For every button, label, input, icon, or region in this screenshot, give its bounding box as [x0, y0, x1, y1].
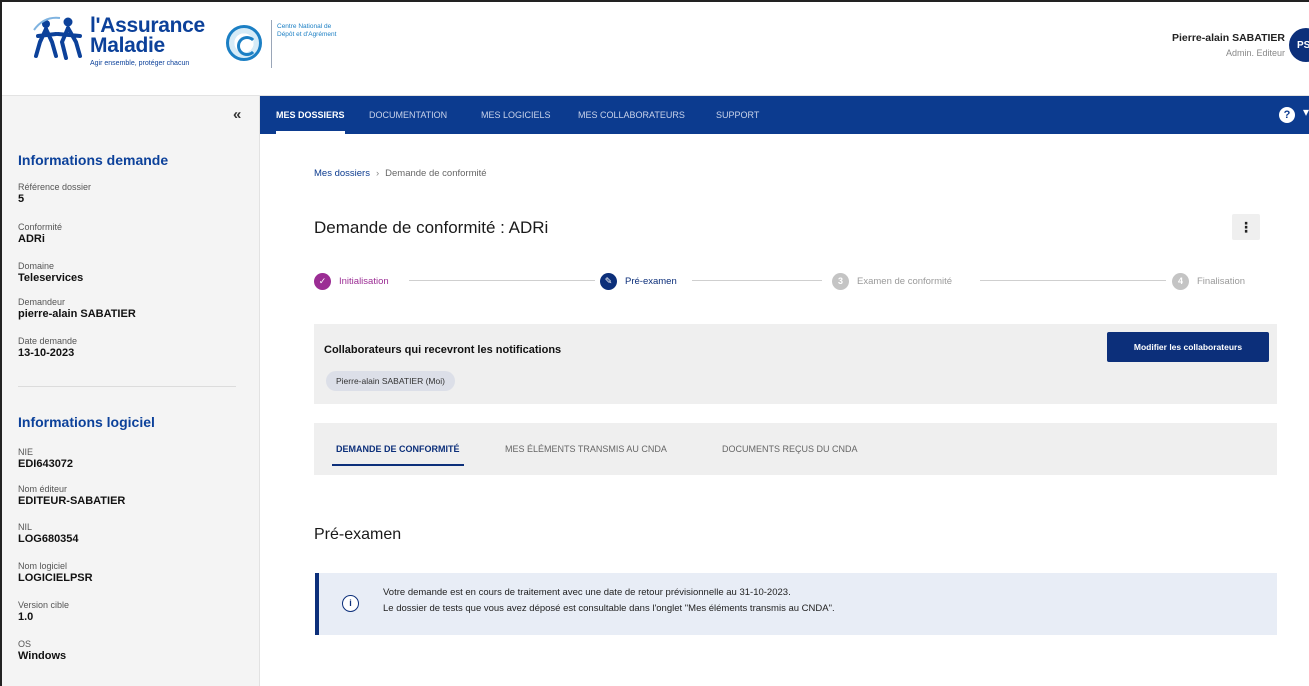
app-header: l'Assurance Maladie Agir ensemble, proté…	[0, 0, 1309, 96]
cnda-logo: Centre National de Dépôt et d'Agrément	[226, 20, 336, 70]
cnda-name: Centre National de Dépôt et d'Agrément	[277, 23, 337, 38]
step-label: Initialisation	[339, 275, 389, 287]
step-initialisation: ✓ Initialisation	[314, 272, 389, 290]
avatar[interactable]: PS	[1289, 28, 1309, 62]
section-title: Pré-examen	[314, 526, 402, 543]
people-emblem-icon	[33, 16, 82, 60]
field-label: Référence dossier	[18, 182, 92, 192]
field-label: Version cible	[18, 600, 70, 610]
field-conformite: Conformité ADRi	[18, 221, 62, 246]
edit-collaborators-button[interactable]: Modifier les collaborateurs	[1107, 332, 1269, 362]
sidebar: « Informations demande Référence dossier…	[0, 96, 260, 686]
user-role: Admin. Editeur	[1225, 48, 1285, 58]
tab-support[interactable]: Support	[716, 96, 759, 134]
cnda-emblem-icon	[226, 25, 262, 61]
field-label: NIE	[18, 447, 34, 457]
field-value: 1.0	[18, 611, 34, 623]
collaborators-panel: Collaborateurs qui recevront les notific…	[314, 324, 1277, 404]
more-options-icon[interactable]: ⋮	[1232, 214, 1260, 240]
field-label: Nom éditeur	[18, 484, 68, 494]
field-os: OS Windows	[18, 638, 66, 663]
field-label: NIL	[18, 522, 33, 532]
page-title: Demande de conformité : ADRi	[314, 218, 549, 237]
assurance-maladie-logo[interactable]: l'Assurance Maladie Agir ensemble, proté…	[32, 12, 222, 84]
check-icon: ✓	[314, 272, 331, 290]
pencil-icon: ✎	[600, 272, 617, 290]
brand-tagline: Agir ensemble, protéger chacun	[90, 60, 190, 67]
step-number-4: 4	[1172, 272, 1189, 290]
breadcrumb-mes-dossiers[interactable]: Mes dossiers	[314, 168, 370, 179]
brand-line-2: Maladie	[90, 34, 165, 57]
breadcrumb: Mes dossiers › Demande de conformité	[314, 168, 487, 179]
field-nom-logiciel: Nom logiciel LOGICIELPSR	[18, 560, 93, 585]
step-label: Pré-examen	[625, 275, 677, 287]
step-connector	[980, 280, 1166, 281]
step-number-3: 3	[832, 272, 849, 290]
info-icon: i	[342, 595, 359, 612]
breadcrumb-current: Demande de conformité	[385, 168, 487, 179]
progress-stepper: ✓ Initialisation ✎ Pré-examen 3 Examen d…	[314, 272, 1260, 290]
request-tabs: Demande de conformité Mes éléments trans…	[314, 423, 1277, 475]
field-nil: NIL LOG680354	[18, 521, 79, 546]
field-label: OS	[18, 639, 32, 649]
field-value: ADRi	[18, 233, 45, 245]
field-version-cible: Version cible 1.0	[18, 599, 69, 624]
field-value: 5	[18, 193, 25, 205]
field-value: Windows	[18, 650, 67, 662]
field-label: Domaine	[18, 261, 55, 271]
field-date-demande: Date demande 13-10-2023	[18, 335, 77, 360]
request-info-title: Informations demande	[18, 152, 169, 168]
help-icon[interactable]: ?	[1279, 107, 1295, 123]
field-value: pierre-alain SABATIER	[18, 308, 136, 320]
tab-elements-transmis[interactable]: Mes éléments transmis au CNDA	[505, 423, 667, 475]
field-label: Demandeur	[18, 297, 66, 307]
info-banner: i Votre demande est en cours de traiteme…	[315, 573, 1277, 635]
step-pre-examen: ✎ Pré-examen	[600, 272, 677, 290]
field-demandeur: Demandeur pierre-alain SABATIER	[18, 296, 136, 321]
field-label: Nom logiciel	[18, 561, 68, 571]
field-domaine: Domaine Teleservices	[18, 260, 83, 285]
step-examen-conformite: 3 Examen de conformité	[832, 272, 952, 290]
software-info-title: Informations logiciel	[18, 414, 155, 430]
field-reference-dossier: Référence dossier 5	[18, 181, 91, 206]
brand-line-1: l'Assurance	[90, 14, 205, 37]
step-label: Finalisation	[1197, 275, 1246, 287]
user-name: Pierre-alain SABATIER	[1171, 32, 1285, 44]
field-value: Teleservices	[18, 272, 84, 284]
field-value: EDI643072	[18, 458, 74, 470]
breadcrumb-separator-icon: ›	[375, 168, 380, 179]
user-menu[interactable]: Pierre-alain SABATIER Admin. Editeur PS	[1149, 28, 1309, 68]
field-label: Date demande	[18, 336, 78, 346]
logo-divider	[271, 20, 272, 68]
step-finalisation: 4 Finalisation	[1172, 272, 1245, 290]
field-nom-editeur: Nom éditeur EDITEUR-SABATIER	[18, 483, 125, 508]
field-nie: NIE EDI643072	[18, 446, 73, 471]
collaborator-chip: Pierre-alain SABATIER (Moi)	[326, 371, 455, 391]
step-connector	[692, 280, 822, 281]
info-text-line-2: Le dossier de tests que vous avez déposé…	[383, 603, 835, 614]
collapse-sidebar-icon[interactable]: «	[233, 106, 241, 123]
main-content: Mes dossiers › Demande de conformité Deman…	[260, 134, 1309, 686]
tab-demande-conformite[interactable]: Demande de conformité	[332, 423, 463, 475]
field-value: LOGICIELPSR	[18, 572, 93, 584]
main-nav: Mes dossiers Documentation Mes logiciels…	[260, 96, 1309, 134]
tab-mes-logiciels[interactable]: Mes logiciels	[481, 96, 551, 134]
field-label: Conformité	[18, 222, 63, 232]
field-value: EDITEUR-SABATIER	[18, 495, 126, 507]
collaborators-title: Collaborateurs qui recevront les notific…	[324, 344, 562, 356]
chevron-down-icon[interactable]: ▾	[1303, 105, 1309, 119]
tab-mes-dossiers[interactable]: Mes dossiers	[276, 96, 345, 134]
tab-documentation[interactable]: Documentation	[369, 96, 447, 134]
field-value: LOG680354	[18, 533, 79, 545]
step-connector	[409, 280, 595, 281]
info-text-line-1: Votre demande est en cours de traitement…	[383, 587, 791, 598]
field-value: 13-10-2023	[18, 347, 75, 359]
step-label: Examen de conformité	[857, 275, 953, 287]
tab-mes-collaborateurs[interactable]: Mes collaborateurs	[578, 96, 685, 134]
sidebar-divider	[18, 386, 236, 387]
tab-documents-recus[interactable]: Documents reçus du CNDA	[722, 423, 858, 475]
